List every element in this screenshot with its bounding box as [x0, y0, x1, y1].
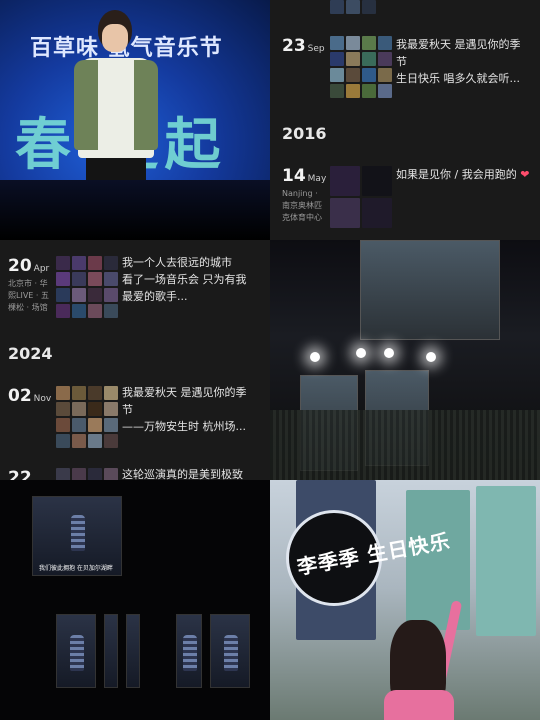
concert-photo-stage[interactable]: 百草味 氢气音乐节 春 走起 — [0, 0, 270, 240]
stage-background: 百草味 氢气音乐节 春 走起 — [0, 0, 270, 240]
entry-date-23-sep: 23 Sep — [282, 36, 325, 56]
screen-subtitle: 我们彼此拥抱 在贝加尔湖畔 — [39, 565, 113, 572]
photo-thumbs-14-may[interactable] — [330, 166, 392, 228]
entry-date-02-nov: 02 Nov — [8, 386, 52, 406]
entry-date-20-apr: 20 Apr — [8, 256, 50, 276]
banner-right — [476, 486, 536, 636]
concert-photo-hall[interactable] — [270, 240, 540, 480]
top-screen: 我们彼此拥抱 在贝加尔湖畔 — [32, 496, 122, 576]
photo-thumbs-top-clipped[interactable] — [330, 0, 376, 14]
stage-screen — [56, 614, 96, 688]
photo-thumbs-02-nov[interactable] — [56, 386, 118, 448]
entry-location-14-may: Nanjing · 南京奥林匹 克体育中心 — [282, 189, 322, 222]
year-heading-2024: 2024 — [8, 344, 53, 363]
outdoor-photo-banners[interactable]: 李季季 生日快乐 — [270, 480, 540, 720]
entry-location-20-apr: 北京市 · 华 熙LIVE · 五 棵松 · 场馆 — [8, 279, 49, 312]
photo-thumbs-23-sep[interactable] — [330, 36, 392, 98]
year-heading-2016: 2016 — [282, 124, 327, 143]
fan-figure — [380, 600, 463, 720]
stage-screen — [104, 614, 118, 688]
big-screen — [360, 240, 500, 340]
entry-text-23-sep[interactable]: 我最爱秋天 是遇见你的季 节 生日快乐 唱多久就会听... — [396, 36, 521, 87]
entry-text-20-apr[interactable]: 我一个人去很远的城市 看了一场音乐会 只为有我 最爱的歌手... — [122, 254, 247, 305]
stage-screen — [176, 614, 202, 688]
stage-floor — [0, 180, 270, 240]
heart-icon: ❤ — [520, 168, 530, 181]
concert-photo-dark[interactable]: 我们彼此拥抱 在贝加尔湖畔 — [0, 480, 270, 720]
photo-thumbs-20-apr[interactable] — [56, 256, 118, 318]
timeline-panel-top: 23 Sep 我最爱秋天 是遇见你的季 节 生日快乐 唱多久就会听... 2016… — [270, 0, 540, 240]
entry-date-22: 22 — [8, 468, 32, 480]
audience-crowd — [270, 410, 540, 480]
spotlight — [384, 348, 394, 358]
spotlight — [356, 348, 366, 358]
photo-thumbs-22[interactable] — [56, 468, 118, 480]
entry-text-02-nov[interactable]: 我最爱秋天 是遇见你的季 节 ——万物安生时 杭州场... — [122, 384, 247, 435]
stage-screen — [126, 614, 140, 688]
spotlight — [310, 352, 320, 362]
timeline-panel-middle: 20 Apr 北京市 · 华 熙LIVE · 五 棵松 · 场馆 我一个人去很远的… — [0, 240, 270, 480]
entry-text-22[interactable]: 这轮巡演真的是美到极致 — [122, 466, 243, 480]
spotlight — [426, 352, 436, 362]
entry-text-14-may[interactable]: 如果是见你 / 我会用跑的 ❤ — [396, 166, 529, 183]
stage-screen — [210, 614, 250, 688]
entry-date-14-may: 14 May — [282, 166, 327, 186]
